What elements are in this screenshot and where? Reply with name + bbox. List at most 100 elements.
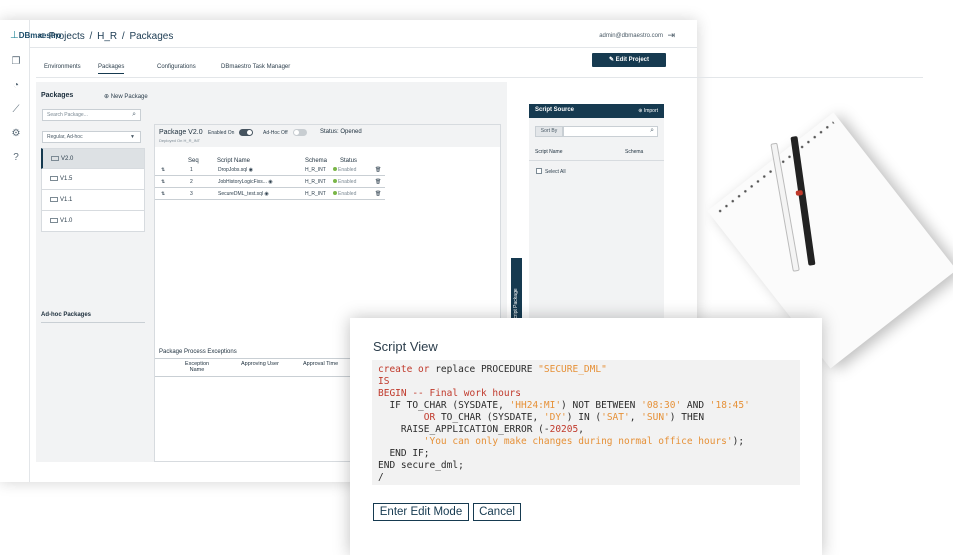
- folder-icon: [50, 197, 58, 202]
- settings-icon[interactable]: ⚙: [10, 128, 22, 140]
- package-type-value: Regular, Ad-hoc: [47, 134, 83, 140]
- adhoc-label: Ad-Hoc Off: [263, 130, 288, 136]
- code-line: IF TO_CHAR (SYSDATE, 'HH24:MI') NOT BETW…: [378, 400, 750, 411]
- trash-icon[interactable]: 🗑: [375, 179, 381, 185]
- adhoc-toggle[interactable]: [293, 129, 307, 136]
- search-icon[interactable]: ⌕: [132, 110, 136, 120]
- script-row[interactable]: ⇅ 3 SecureDML_test.sql ◉ H_R_INT Enabled…: [155, 189, 385, 200]
- enter-edit-mode-button[interactable]: Enter Edit Mode: [373, 503, 469, 521]
- chart-icon[interactable]: ⟋: [10, 104, 22, 116]
- package-item-label: V1.5: [60, 176, 73, 182]
- code-line: IS: [378, 376, 390, 387]
- copy-icon[interactable]: ❐: [10, 56, 22, 68]
- tab-divider: [36, 77, 923, 78]
- edit-project-button[interactable]: ✎ Edit Project: [592, 53, 666, 67]
- trash-icon[interactable]: 🗑: [375, 167, 381, 173]
- reorder-icon[interactable]: ⇅: [161, 191, 165, 197]
- checkbox-icon: [536, 168, 542, 174]
- column-exception-name: Exception Name: [184, 361, 210, 373]
- dashboard-icon[interactable]: ◔: [10, 80, 22, 92]
- package-search-input[interactable]: Search Package... ⌕: [42, 109, 141, 121]
- script-row[interactable]: ⇅ 2 JobHistoryLogicFixs... ◉ H_R_INT Ena…: [155, 177, 385, 188]
- package-name: Package V2.0: [159, 129, 203, 136]
- packages-heading: Packages: [41, 92, 74, 99]
- package-search-placeholder: Search Package...: [47, 112, 88, 118]
- new-package-button[interactable]: ⊕ New Package: [104, 93, 148, 100]
- script-name: SecureDML_test.sql ◉: [218, 191, 269, 197]
- code-line: END IF;: [378, 448, 430, 459]
- select-all-checkbox[interactable]: Select All: [536, 168, 566, 175]
- package-item[interactable]: V1.0: [41, 211, 145, 232]
- folder-icon: [50, 176, 58, 181]
- code-line: /: [378, 472, 384, 483]
- package-status: Status: Opened: [320, 129, 362, 135]
- column-status: Status: [340, 158, 358, 164]
- script-status: Enabled: [333, 179, 356, 185]
- reorder-icon[interactable]: ⇅: [161, 179, 165, 185]
- back-chevron-icon[interactable]: <: [38, 31, 44, 42]
- sort-by-button[interactable]: Sort By: [535, 126, 563, 137]
- reorder-icon[interactable]: ⇅: [161, 167, 165, 173]
- chevron-down-icon: ▼: [130, 134, 135, 140]
- script-row[interactable]: ⇅ 1 DropJobs.sql ◉ H_R_INT Enabled 🗑: [155, 165, 385, 176]
- import-button[interactable]: ⊕ Import: [638, 108, 658, 114]
- package-type-select[interactable]: Regular, Ad-hoc ▼: [42, 131, 141, 143]
- enabled-label: Enabled On: [208, 130, 235, 136]
- package-item-label: V1.1: [60, 197, 73, 203]
- code-line: BEGIN -- Final work hours: [378, 388, 521, 399]
- trash-icon[interactable]: 🗑: [375, 191, 381, 197]
- exceptions-heading: Package Process Exceptions: [159, 349, 237, 355]
- new-package-label: New Package: [110, 94, 148, 100]
- script-source-panel: Script Source ⊕ Import Sort By ⌕ Script …: [529, 104, 664, 319]
- package-item[interactable]: V1.5: [41, 169, 145, 190]
- dialog-title: Script View: [373, 339, 438, 354]
- code-line: END secure_dml;: [378, 460, 464, 471]
- column-script-name: Script Name: [217, 158, 251, 164]
- script-seq: 3: [190, 191, 193, 197]
- adhoc-packages-heading: Ad-hoc Packages: [41, 312, 92, 318]
- select-all-label: Select All: [545, 169, 566, 175]
- search-icon[interactable]: ⌕: [650, 127, 654, 135]
- package-item-label: V1.0: [60, 218, 73, 224]
- help-icon[interactable]: ?: [10, 152, 22, 164]
- tab-configurations[interactable]: Configurations: [157, 64, 196, 73]
- column-approval-time: Approval Time: [303, 361, 339, 367]
- breadcrumb-packages: Packages: [129, 31, 174, 42]
- pencil-icon: ✎: [608, 57, 614, 63]
- view-eye-icon[interactable]: ◉: [264, 191, 268, 197]
- code-line: RAISE_APPLICATION_ERROR (-20205,: [378, 424, 584, 435]
- logout-icon[interactable]: ⇥: [667, 30, 675, 41]
- package-item[interactable]: V1.1: [41, 190, 145, 211]
- tab-task-manager[interactable]: DBmaestro Task Manager: [221, 64, 290, 73]
- package-detail-header: Package V2.0 Deployed On H_R_INT Enabled…: [155, 125, 500, 147]
- script-source-header: Script Source ⊕ Import: [529, 104, 664, 118]
- tab-packages[interactable]: Packages: [98, 64, 125, 74]
- script-schema: H_R_INT: [305, 179, 326, 185]
- script-name: JobHistoryLogicFixs... ◉: [218, 179, 273, 185]
- view-eye-icon[interactable]: ◉: [249, 167, 253, 173]
- breadcrumb-project[interactable]: H_R: [97, 31, 117, 42]
- script-status: Enabled: [333, 167, 356, 173]
- enabled-toggle[interactable]: [239, 129, 253, 136]
- cancel-button[interactable]: Cancel: [473, 503, 521, 521]
- screenshot-stage: ⊥DBmaestro ❐ ◔ ⟋ ⚙ ? admin@dbmaestro.com…: [0, 0, 953, 555]
- script-seq: 2: [190, 179, 193, 185]
- package-item-label: V2.0: [61, 156, 74, 162]
- script-code-block[interactable]: create or replace PROCEDURE "SECURE_DML"…: [372, 360, 800, 485]
- script-source-divider: [529, 160, 664, 161]
- script-source-title: Script Source: [535, 107, 575, 113]
- script-view-dialog: Script View create or replace PROCEDURE …: [350, 318, 822, 555]
- plus-circle-icon: ⊕: [638, 108, 643, 114]
- script-package-label: Script Package: [513, 288, 519, 322]
- package-item[interactable]: V2.0: [41, 148, 145, 169]
- breadcrumb: < Projects / H_R / Packages: [38, 31, 174, 42]
- column-script-name: Script Name: [535, 149, 563, 155]
- breadcrumb-projects[interactable]: Projects: [49, 31, 85, 42]
- script-name: DropJobs.sql ◉: [218, 167, 253, 173]
- adhoc-divider: [41, 322, 145, 323]
- script-search-input[interactable]: ⌕: [563, 126, 658, 137]
- tab-environments[interactable]: Environments: [44, 64, 81, 73]
- folder-icon: [51, 156, 59, 161]
- edit-project-label: Edit Project: [615, 57, 650, 63]
- view-eye-icon[interactable]: ◉: [268, 179, 272, 185]
